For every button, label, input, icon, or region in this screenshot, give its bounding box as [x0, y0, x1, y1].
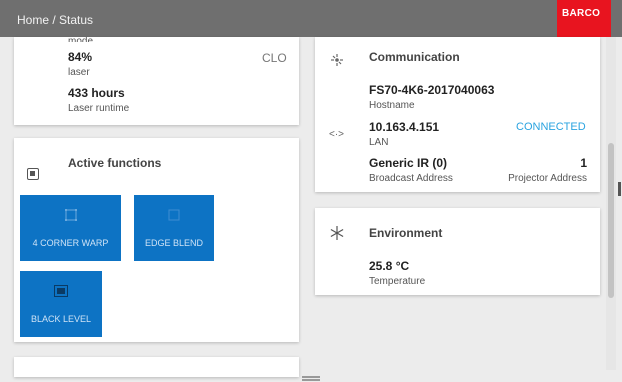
laser-runtime-label: Laser runtime	[68, 103, 130, 114]
environment-card: Environment 25.8 °C Temperature	[315, 208, 600, 295]
tile-black-level[interactable]: BLACK LEVEL	[20, 271, 102, 337]
lan-icon: <·>	[329, 129, 345, 140]
barco-logo: BARCO	[557, 0, 611, 37]
expand-handle[interactable]	[618, 182, 621, 196]
laser-value-label: laser	[68, 67, 90, 78]
laser-card-cut-text: mode	[68, 37, 93, 42]
resize-grip[interactable]	[302, 376, 320, 378]
active-functions-title: Active functions	[68, 156, 162, 170]
laser-card: mode 84% laser CLO 433 hours Laser runti…	[14, 37, 299, 125]
temperature-label: Temperature	[369, 276, 426, 287]
tile-4-corner-warp-label: 4 CORNER WARP	[32, 238, 109, 248]
projector-address-value: 1	[580, 156, 587, 170]
black-level-icon	[54, 285, 68, 297]
warp-icon	[65, 209, 77, 221]
laser-value: 84%	[68, 50, 93, 64]
breadcrumb[interactable]: Home / Status	[17, 13, 93, 27]
connection-status: CONNECTED	[516, 121, 586, 133]
network-icon	[331, 54, 343, 66]
hostname-value: FS70-4K6-2017040063	[369, 83, 495, 97]
lan-label: LAN	[369, 137, 389, 148]
projector-address-label: Projector Address	[508, 173, 587, 184]
environment-title: Environment	[369, 226, 443, 240]
scrollbar-thumb[interactable]	[608, 143, 614, 298]
blend-icon	[168, 209, 180, 221]
communication-title: Communication	[369, 50, 460, 64]
resize-grip-line	[302, 379, 320, 381]
broadcast-address-label: Broadcast Address	[369, 173, 453, 184]
temperature-value: 25.8 °C	[369, 259, 410, 273]
top-bar: Home / Status BARCO	[0, 0, 622, 37]
laser-runtime-value: 433 hours	[68, 86, 125, 100]
communication-card: Communication FS70-4K6-2017040063 Hostna…	[315, 37, 600, 192]
hostname-label: Hostname	[369, 100, 415, 111]
laser-mode: CLO	[262, 51, 287, 65]
lan-ip-value: 10.163.4.151	[369, 120, 440, 134]
tile-black-level-label: BLACK LEVEL	[30, 314, 92, 324]
tile-edge-blend[interactable]: EDGE BLEND	[134, 195, 214, 261]
tile-edge-blend-label: EDGE BLEND	[144, 238, 204, 248]
functions-icon	[27, 168, 39, 180]
next-card	[14, 357, 299, 377]
barco-logo-text: BARCO	[562, 8, 601, 19]
active-functions-card: Active functions 4 CORNER WARP EDGE BLEN…	[14, 138, 299, 342]
tile-4-corner-warp[interactable]: 4 CORNER WARP	[20, 195, 121, 261]
broadcast-address-value: Generic IR (0)	[369, 156, 448, 170]
snowflake-icon	[330, 226, 344, 240]
